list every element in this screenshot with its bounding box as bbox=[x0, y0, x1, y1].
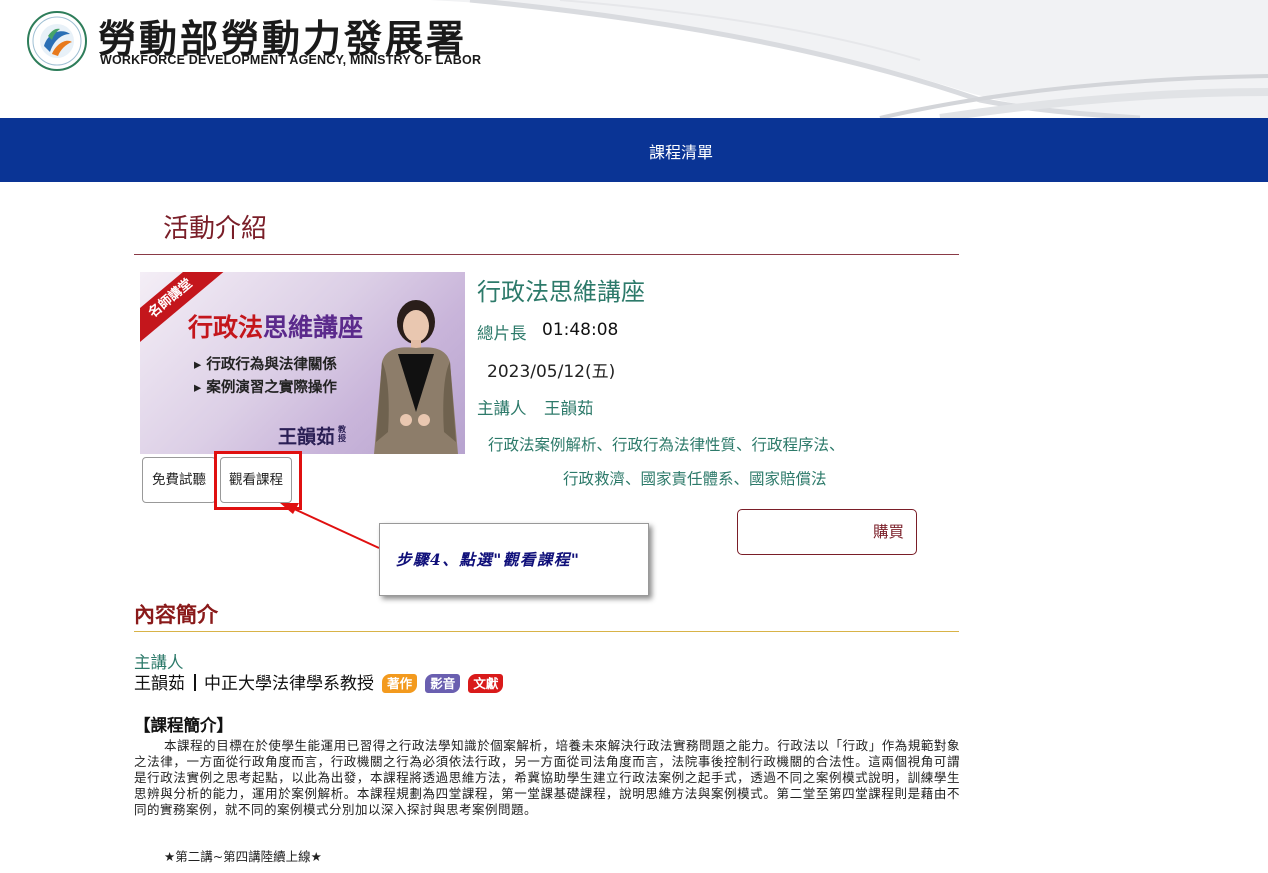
title-divider bbox=[134, 254, 959, 255]
intro-lecturer-title: 中正大學法律學系教授 bbox=[204, 674, 374, 694]
banner-lecturer-rank: 教授 bbox=[338, 424, 346, 443]
step-callout: 步驟4、點選"觀看課程" bbox=[379, 523, 649, 596]
banner-title-part2: 思維講座 bbox=[263, 313, 364, 342]
nav-course-list-link[interactable]: 課程清單 bbox=[649, 139, 713, 163]
banner-title: 行政法思維講座 bbox=[188, 308, 363, 344]
intro-lecturer-row: 王韻茹 中正大學法律學系教授 著作 影音 文獻 bbox=[134, 669, 504, 694]
banner-point-1: ▸ 行政行為與法律關係 bbox=[194, 356, 337, 373]
course-date: 2023/05/12(五) bbox=[487, 362, 616, 382]
duration-label: 總片長 bbox=[477, 324, 527, 343]
banner-title-part1: 行政法 bbox=[188, 313, 264, 342]
highlight-box bbox=[214, 451, 302, 510]
course-desc-body: 本課程的目標在於使學生能運用已習得之行政法學知識於個案解析，培養未來解決行政法實… bbox=[134, 738, 960, 817]
main-navbar: 課程清單 bbox=[0, 118, 1268, 182]
course-desc-heading: 【課程簡介】 bbox=[134, 716, 233, 735]
lecturer-name: 王韻茹 bbox=[544, 399, 594, 418]
agency-name-en: WORKFORCE DEVELOPMENT AGENCY, MINISTRY O… bbox=[100, 53, 482, 67]
page-title: 活動介紹 bbox=[163, 214, 268, 244]
documents-tag[interactable]: 文獻 bbox=[468, 674, 504, 693]
banner-lecturer-name: 王韻茹 bbox=[278, 426, 336, 448]
banner-point-2: ▸ 案例演習之實際操作 bbox=[194, 379, 337, 396]
free-trial-button[interactable]: 免費試聽 bbox=[142, 457, 216, 503]
course-topics-line-1: 行政法案例解析、行政行為法律性質、行政程序法、 bbox=[488, 436, 845, 454]
intro-lecturer-name: 王韻茹 bbox=[134, 674, 185, 694]
site-header: 勞動部勞動力發展署 WORKFORCE DEVELOPMENT AGENCY, … bbox=[0, 0, 1268, 118]
agency-logo-icon[interactable] bbox=[26, 10, 88, 72]
course-title: 行政法思維講座 bbox=[477, 278, 645, 306]
step-callout-text: 步驟4、點選"觀看課程" bbox=[396, 550, 581, 569]
buy-button[interactable]: 購買 bbox=[737, 509, 917, 555]
course-topics-line-2: 行政救濟、國家責任體系、國家賠償法 bbox=[563, 470, 827, 488]
duration-value: 01:48:08 bbox=[542, 320, 619, 340]
course-desc-note: ★第二講~第四講陸續上線★ bbox=[164, 849, 322, 864]
video-tag[interactable]: 影音 bbox=[425, 674, 461, 693]
intro-divider bbox=[134, 631, 959, 632]
course-banner-image: 名師講堂 行政法思維講座 ▸ 行政行為與法律關係 ▸ 案例演習之實際操作 王韻茹… bbox=[140, 272, 465, 454]
lecturer-portrait-icon bbox=[374, 300, 458, 454]
works-tag[interactable]: 著作 bbox=[382, 674, 418, 693]
lecturer-label: 主講人 bbox=[477, 399, 527, 418]
intro-heading: 內容簡介 bbox=[134, 603, 218, 627]
separator-bar bbox=[194, 674, 196, 691]
